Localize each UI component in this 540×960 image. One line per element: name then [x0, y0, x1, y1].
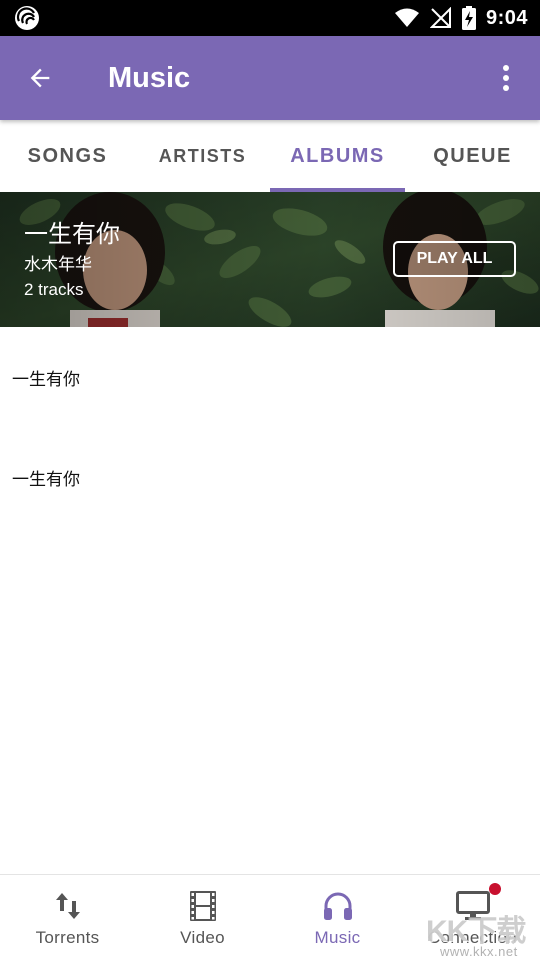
track-title: 一生有你 — [12, 369, 80, 389]
headphones-icon — [323, 892, 352, 920]
app-logo-icon — [15, 6, 39, 30]
list-item[interactable]: 一生有你 — [0, 427, 540, 527]
nav-connection[interactable]: Connection — [405, 875, 540, 960]
nav-icon-wrap — [189, 889, 216, 923]
nav-label: Torrents — [35, 928, 100, 947]
album-header: 一生有你 水木年华 2 tracks PLAY ALL — [0, 192, 540, 327]
status-time: 9:04 — [485, 6, 528, 29]
status-bar: 9:04 — [0, 0, 540, 36]
tab-label: ARTISTS — [158, 145, 247, 166]
page-title: Music — [108, 62, 191, 94]
more-options-button[interactable] — [482, 54, 530, 102]
more-vert-icon — [503, 65, 509, 91]
nav-label: Video — [180, 928, 225, 947]
album-artist: 水木年华 — [24, 255, 92, 274]
monitor-icon — [455, 891, 490, 920]
back-button[interactable] — [16, 54, 64, 102]
nav-icon-wrap — [323, 889, 353, 923]
album-title: 一生有你 — [24, 221, 120, 248]
notification-dot — [489, 883, 501, 895]
nav-icon-wrap — [55, 889, 81, 923]
nav-icon-wrap — [455, 889, 490, 923]
app-bar: Music — [0, 36, 540, 120]
tab-bar: SONGS ARTISTS ALBUMS QUEUE — [0, 120, 540, 192]
list-item[interactable]: 一生有你 — [0, 327, 540, 427]
no-signal-icon — [429, 7, 451, 28]
album-track-count: 2 tracks — [24, 280, 84, 299]
screen: 9:04 Music SONGS ARTISTS ALBUMS QUEUE 一生… — [0, 0, 540, 960]
wifi-icon — [394, 8, 419, 27]
play-all-button[interactable]: PLAY ALL — [393, 241, 516, 277]
tab-queue[interactable]: QUEUE — [405, 120, 540, 192]
nav-music[interactable]: Music — [270, 875, 405, 960]
bottom-navigation: Torrents Video Music Connection — [0, 874, 540, 960]
tab-artists[interactable]: ARTISTS — [135, 120, 270, 192]
tab-label: ALBUMS — [290, 144, 385, 167]
tab-label: QUEUE — [433, 144, 512, 167]
swap-vert-icon — [55, 893, 80, 919]
track-title: 一生有你 — [12, 469, 80, 489]
battery-charging-icon — [461, 6, 476, 30]
tab-label: SONGS — [27, 144, 108, 167]
status-left — [14, 5, 40, 31]
film-icon — [189, 891, 216, 921]
nav-torrents[interactable]: Torrents — [0, 875, 135, 960]
arrow-back-icon — [30, 68, 50, 88]
nav-label: Music — [314, 928, 361, 947]
tab-songs[interactable]: SONGS — [0, 120, 135, 192]
tab-albums[interactable]: ALBUMS — [270, 120, 405, 192]
status-right: 9:04 — [394, 6, 528, 30]
nav-label: Connection — [427, 928, 517, 947]
nav-video[interactable]: Video — [135, 875, 270, 960]
